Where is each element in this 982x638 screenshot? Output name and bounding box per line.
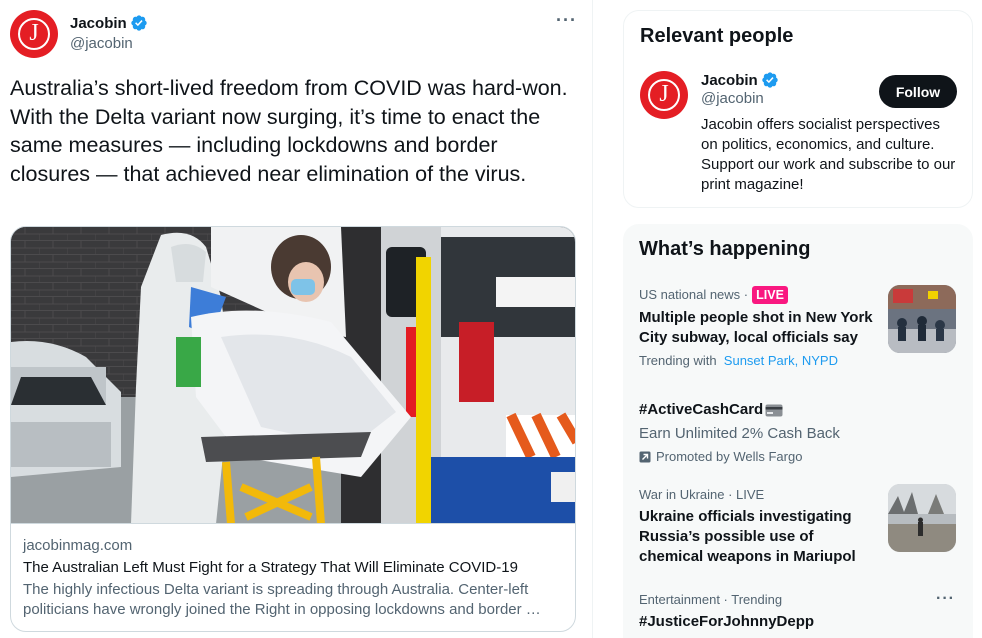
card-title: The Australian Left Must Fight for a Str… [23,559,518,576]
relevant-avatar-logo: J [648,79,680,111]
promoted-title-row: #ActiveCashCard [639,400,959,420]
trend-related-prefix: Trending with [639,353,717,368]
relevant-people-title: Relevant people [640,25,794,47]
promoted-trend-item[interactable]: #ActiveCashCard Earn Unlimited 2% Cash B… [639,396,959,465]
card-description: The highly infectious Delta variant is s… [23,581,541,618]
more-icon[interactable]: ··· [936,590,955,608]
trend-category: US national news · [639,287,749,302]
trend-link-nypd[interactable]: NYPD [802,353,838,368]
trend-thumbnail[interactable] [888,285,956,353]
trend-title: Multiple people shot in New York City su… [639,309,873,346]
trend-link-separator: , [794,353,802,368]
card-photo [11,227,575,523]
trend-title: #JusticeForJohnnyDepp [639,613,815,630]
promoted-by: Promoted by Wells Fargo [639,449,959,465]
verified-badge-icon [131,15,147,31]
live-badge: LIVE [752,286,788,304]
relevant-avatar[interactable]: J [640,71,688,119]
card-meta: jacobinmag.com The Australian Left Must … [23,536,563,620]
author-block: Jacobin @jacobin [70,14,148,52]
relevant-bio: Jacobin offers socialist perspectives on… [701,116,956,193]
tweet-text: Australia’s short-lived freedom from COV… [10,76,568,186]
relevant-name: Jacobin [701,71,758,89]
author-name-row[interactable]: Jacobin [70,14,148,32]
author-name: Jacobin [70,14,127,32]
trend-link-sunset-park[interactable]: Sunset Park [724,353,795,368]
verified-badge-icon [762,72,778,88]
card-domain: jacobinmag.com [23,537,133,554]
relevant-handle[interactable]: @jacobin [701,90,779,107]
mariupol-photo [888,484,956,552]
avatar-logo: J [18,18,50,50]
subway-photo [888,285,956,353]
trend-thumbnail[interactable] [888,484,956,552]
card-emoji-icon [765,404,783,416]
trend-title: Ukraine officials investigating Russia’s… [639,508,856,565]
relevant-people-panel: Relevant people J Jacobin @jacobin Follo… [623,10,973,208]
promoted-by-text: Promoted by Wells Fargo [656,449,803,464]
promoted-title: #ActiveCashCard [639,401,764,418]
card-image[interactable] [11,227,575,524]
promoted-subtitle: Earn Unlimited 2% Cash Back [639,425,840,442]
trend-item[interactable]: Entertainment · Trending #JusticeForJohn… [639,592,959,632]
tweet-column: J Jacobin @jacobin ··· Australia’s short… [0,0,593,638]
trend-meta: Entertainment · Trending [639,592,783,607]
whats-happening-title: What’s happening [639,238,811,260]
relevant-author-block: Jacobin @jacobin [701,71,779,107]
promoted-icon [639,451,651,463]
link-card[interactable]: jacobinmag.com The Australian Left Must … [10,226,576,632]
author-handle[interactable]: @jacobin [70,35,148,52]
relevant-name-row[interactable]: Jacobin [701,71,779,89]
more-icon[interactable]: ··· [556,10,577,31]
follow-button[interactable]: Follow [879,75,957,108]
whats-happening-panel: What’s happening US national news · LIVE… [623,224,973,638]
trend-related: Trending with Sunset Park, NYPD [639,353,959,369]
avatar[interactable]: J [10,10,58,58]
